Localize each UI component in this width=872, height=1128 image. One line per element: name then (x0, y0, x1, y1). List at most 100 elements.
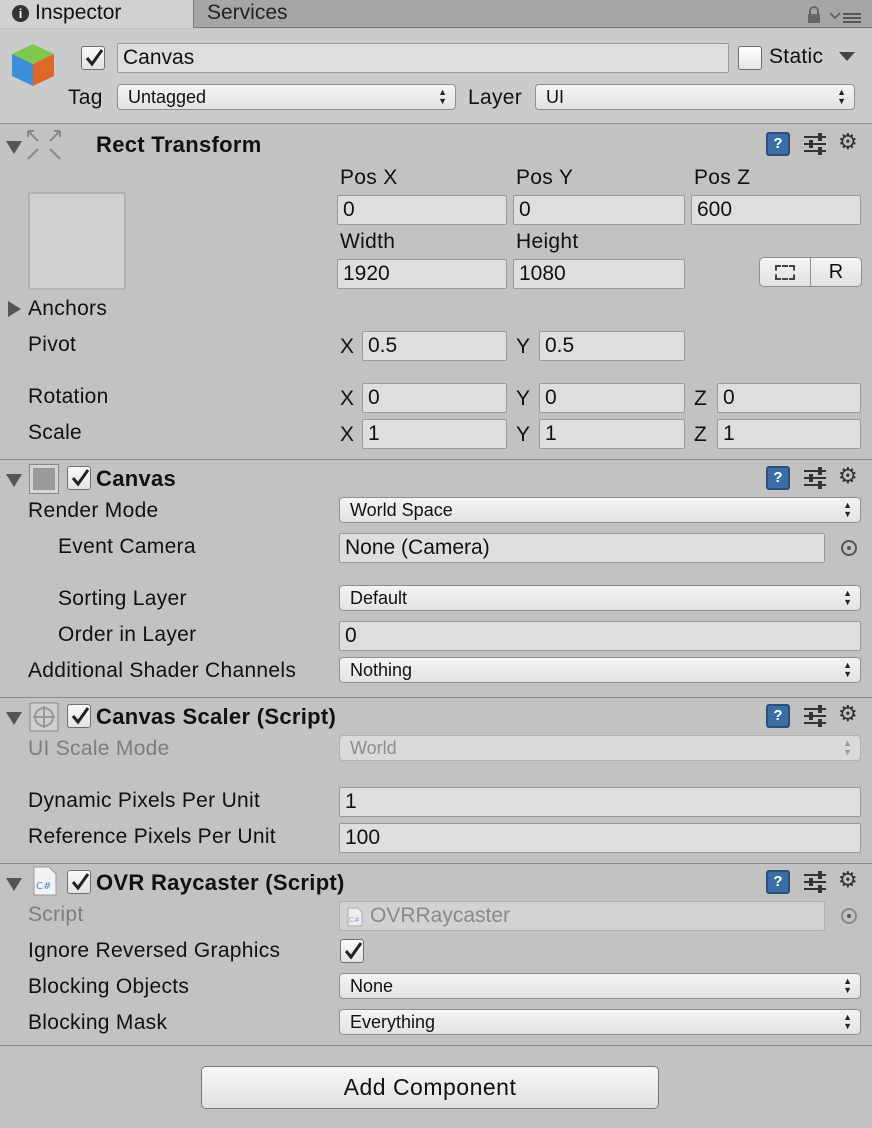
canvas-foldout-icon[interactable] (6, 474, 22, 487)
ignore-reversed-checkbox[interactable] (340, 939, 364, 963)
tab-services[interactable]: Services (195, 0, 415, 28)
rotation-x-field[interactable]: 0 (362, 383, 507, 413)
canvas-scaler-enabled-checkbox[interactable] (67, 704, 91, 728)
section-divider (0, 1045, 872, 1046)
blueprint-icon (775, 265, 795, 280)
dropdown-arrows-icon: ▲ ▼ (843, 588, 852, 607)
dropdown-arrows-icon: ▲ ▼ (843, 738, 852, 757)
rotation-y-field[interactable]: 0 (539, 383, 685, 413)
order-in-layer-field[interactable]: 0 (339, 621, 861, 651)
help-icon[interactable]: ? (766, 870, 790, 894)
pivot-x-field[interactable]: 0.5 (362, 331, 507, 361)
dropdown-arrows-icon: ▲ ▼ (438, 87, 447, 106)
preset-icon[interactable] (804, 133, 826, 155)
scale-y-axis-label: Y (516, 423, 531, 446)
object-name-field[interactable]: Canvas (117, 43, 729, 73)
ovr-raycaster-title: OVR Raycaster (Script) (96, 870, 345, 895)
blueprint-mode-button[interactable] (759, 257, 811, 287)
gear-icon[interactable]: ⚙ (838, 869, 862, 893)
blocking-objects-value: None (350, 976, 394, 996)
scale-z-field[interactable]: 1 (717, 419, 861, 449)
rotation-z-field[interactable]: 0 (717, 383, 861, 413)
blocking-mask-dropdown[interactable]: Everything ▲ ▼ (339, 1009, 861, 1035)
dropdown-arrows-icon: ▲ ▼ (843, 1012, 852, 1031)
layer-dropdown[interactable]: UI ▲ ▼ (535, 84, 855, 110)
dropdown-arrows-icon: ▲ ▼ (843, 660, 852, 679)
rect-transform-title: Rect Transform (96, 132, 262, 157)
width-label: Width (340, 230, 396, 253)
gameobject-icon (10, 42, 56, 94)
gear-icon[interactable]: ⚙ (838, 131, 862, 155)
anchors-label[interactable]: Anchors (28, 297, 107, 321)
svg-text:C#: C# (36, 881, 51, 892)
scale-x-field[interactable]: 1 (362, 419, 507, 449)
object-picker-icon[interactable] (841, 540, 857, 556)
active-checkbox[interactable] (81, 46, 105, 70)
rotation-z-axis-label: Z (694, 387, 708, 410)
blocking-objects-label: Blocking Objects (28, 975, 190, 998)
ovr-raycaster-foldout-icon[interactable] (6, 878, 22, 891)
event-camera-field[interactable]: None (Camera) (339, 533, 825, 563)
dropdown-arrows-icon: ▲ ▼ (843, 976, 852, 995)
tab-menu-icon[interactable] (829, 7, 862, 31)
height-field[interactable]: 1080 (513, 259, 685, 289)
help-icon[interactable]: ? (766, 466, 790, 490)
scale-z-axis-label: Z (694, 423, 708, 446)
sorting-layer-label: Sorting Layer (58, 587, 187, 610)
script-field: OVRRaycaster (339, 901, 825, 931)
width-field[interactable]: 1920 (337, 259, 507, 289)
static-dropdown-icon[interactable] (839, 52, 855, 61)
canvas-title: Canvas (96, 466, 177, 491)
render-mode-value: World Space (350, 500, 453, 520)
dropdown-arrows-icon: ▲ ▼ (837, 87, 846, 106)
tag-dropdown[interactable]: Untagged ▲ ▼ (117, 84, 456, 110)
scale-y-field[interactable]: 1 (539, 419, 685, 449)
pos-x-label: Pos X (340, 166, 398, 189)
gear-icon[interactable]: ⚙ (838, 465, 862, 489)
blocking-objects-dropdown[interactable]: None ▲ ▼ (339, 973, 861, 999)
anchors-foldout-icon[interactable] (8, 301, 21, 317)
svg-text:C#: C# (349, 916, 360, 924)
dynamic-ppu-field[interactable]: 1 (339, 787, 861, 817)
gear-icon[interactable]: ⚙ (838, 703, 862, 727)
scale-label: Scale (28, 421, 83, 444)
rotation-x-axis-label: X (340, 387, 355, 410)
pos-y-label: Pos Y (516, 166, 574, 189)
help-icon[interactable]: ? (766, 704, 790, 728)
pos-y-field[interactable]: 0 (513, 195, 685, 225)
canvas-component-icon (29, 464, 59, 494)
pos-x-field[interactable]: 0 (337, 195, 507, 225)
dropdown-arrows-icon: ▲ ▼ (843, 500, 852, 519)
lock-icon[interactable] (806, 6, 822, 30)
order-in-layer-label: Order in Layer (58, 623, 197, 646)
ui-scale-mode-dropdown: World ▲ ▼ (339, 735, 861, 761)
preset-icon[interactable] (804, 467, 826, 489)
height-label: Height (516, 230, 579, 253)
raw-edit-button[interactable]: R (810, 257, 862, 287)
anchor-presets-button[interactable] (28, 192, 126, 290)
pivot-y-field[interactable]: 0.5 (539, 331, 685, 361)
event-camera-label: Event Camera (58, 535, 196, 558)
script-label: Script (28, 903, 84, 926)
add-component-button[interactable]: Add Component (201, 1066, 659, 1109)
shader-channels-value: Nothing (350, 660, 413, 680)
tab-inspector[interactable]: i Inspector (0, 0, 194, 28)
canvas-scaler-icon (29, 702, 59, 738)
canvas-enabled-checkbox[interactable] (67, 466, 91, 490)
help-icon[interactable]: ? (766, 132, 790, 156)
reference-ppu-field[interactable]: 100 (339, 823, 861, 853)
pos-z-field[interactable]: 600 (691, 195, 861, 225)
blocking-mask-label: Blocking Mask (28, 1011, 168, 1034)
render-mode-dropdown[interactable]: World Space ▲ ▼ (339, 497, 861, 523)
shader-channels-label: Additional Shader Channels (28, 659, 297, 682)
preset-icon[interactable] (804, 705, 826, 727)
shader-channels-dropdown[interactable]: Nothing ▲ ▼ (339, 657, 861, 683)
rect-transform-foldout-icon[interactable] (6, 141, 22, 154)
sorting-layer-dropdown[interactable]: Default ▲ ▼ (339, 585, 861, 611)
canvas-scaler-foldout-icon[interactable] (6, 712, 22, 725)
static-checkbox[interactable] (738, 46, 762, 70)
render-mode-label: Render Mode (28, 499, 159, 522)
scale-x-axis-label: X (340, 423, 355, 446)
preset-icon[interactable] (804, 871, 826, 893)
ovr-raycaster-enabled-checkbox[interactable] (67, 870, 91, 894)
